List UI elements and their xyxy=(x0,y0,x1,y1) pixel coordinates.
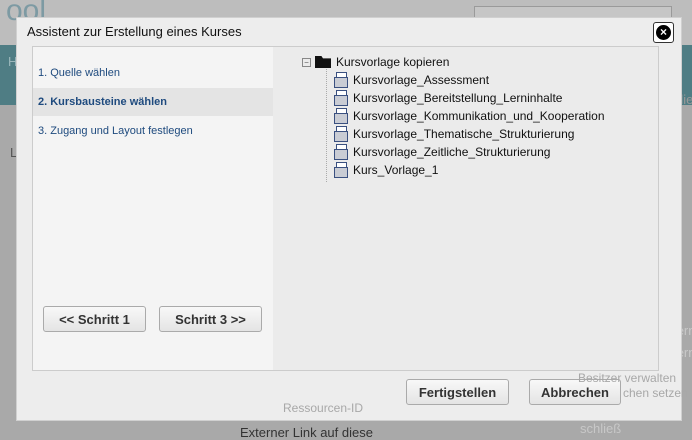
prev-step-button[interactable]: << Schritt 1 xyxy=(43,306,146,332)
step-1[interactable]: 1. Quelle wählen xyxy=(33,59,273,87)
tree-item[interactable]: Kursvorlage_Kommunikation_und_Kooperatio… xyxy=(333,108,605,124)
tree-item-label: Kursvorlage_Bereitstellung_Lerninhalte xyxy=(353,91,563,105)
tree-item-label: Kursvorlage_Zeitliche_Strukturierung xyxy=(353,145,551,159)
tree-root-label: Kursvorlage kopieren xyxy=(336,55,450,69)
folder-open-icon xyxy=(315,56,331,68)
next-step-button[interactable]: Schritt 3 >> xyxy=(159,306,262,332)
right-item[interactable]: chen setzen xyxy=(623,386,688,400)
document-icon xyxy=(333,90,349,106)
dialog-title: Assistent zur Erstellung eines Kurses xyxy=(27,24,242,39)
tree-item[interactable]: Kursvorlage_Thematische_Strukturierung xyxy=(333,126,574,142)
tree-item-label: Kursvorlage_Thematische_Strukturierung xyxy=(353,127,575,141)
tree-item[interactable]: Kursvorlage_Assessment xyxy=(333,72,489,88)
finish-button[interactable]: Fertigstellen xyxy=(406,379,509,405)
close-button[interactable]: × xyxy=(653,22,674,43)
step-3[interactable]: 3. Zugang und Layout festlegen xyxy=(33,117,273,145)
tree-item[interactable]: Kurs_Vorlage_1 xyxy=(333,162,438,178)
right-item[interactable]: Besitzer verwalten xyxy=(578,371,676,385)
course-wizard-dialog: Assistent zur Erstellung eines Kurses × … xyxy=(16,17,682,421)
tree-item-label: Kursvorlage_Assessment xyxy=(353,73,490,87)
res-label: Ressourcen-ID xyxy=(283,401,364,415)
tree-item-label: Kurs_Vorlage_1 xyxy=(353,163,439,177)
collapse-icon[interactable]: − xyxy=(302,57,311,67)
close-icon: × xyxy=(656,25,671,40)
tree-item[interactable]: Kursvorlage_Bereitstellung_Lerninhalte xyxy=(333,90,562,106)
document-icon xyxy=(333,72,349,88)
step-list: 1. Quelle wählen 2. Kursbausteine wählen… xyxy=(33,47,273,370)
tree-root[interactable]: − Kursvorlage kopieren xyxy=(302,55,449,69)
document-icon xyxy=(333,144,349,160)
document-icon xyxy=(333,126,349,142)
tree-item[interactable]: Kursvorlage_Zeitliche_Strukturierung xyxy=(333,144,550,160)
wizard-content: 1. Quelle wählen 2. Kursbausteine wählen… xyxy=(32,46,659,371)
step-2[interactable]: 2. Kursbausteine wählen xyxy=(33,88,273,116)
tree-item-label: Kursvorlage_Kommunikation_und_Kooperatio… xyxy=(353,109,605,123)
document-icon xyxy=(333,108,349,124)
document-icon xyxy=(333,162,349,178)
